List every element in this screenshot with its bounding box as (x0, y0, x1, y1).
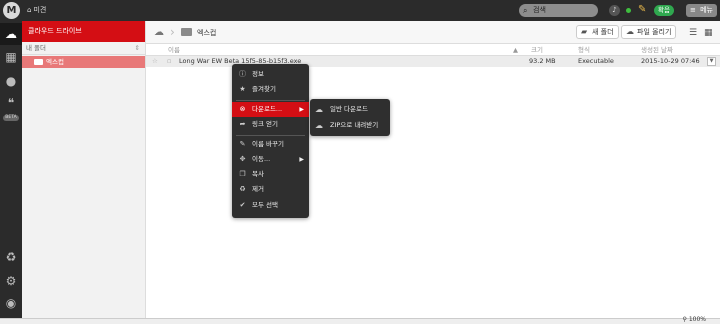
user-icon[interactable]: ● (0, 71, 22, 91)
context-menu-label: 이름 바꾸기 (252, 140, 284, 148)
download-submenu: ☁ 일반 다운로드 ☁ ZIP으로 내려받기 (310, 99, 390, 136)
zoom-level: 100% (688, 316, 706, 323)
status-bar: ⚲ 100% (0, 316, 720, 324)
app-logo[interactable]: M (3, 2, 20, 19)
pen-icon[interactable]: ✎ (638, 4, 646, 15)
move-icon: ✥ (239, 155, 246, 163)
cloud-drive-icon[interactable]: ☁ (0, 23, 22, 45)
context-menu-label: 다운로드... (252, 105, 283, 113)
context-menu-download[interactable]: ⊗ 다운로드... ▶ (232, 102, 309, 117)
sidebar-title[interactable]: 클라우드 드라이브 (22, 21, 145, 42)
upload-label: 파일 올리기 (637, 28, 672, 36)
context-menu-label: 모두 선택 (252, 201, 278, 209)
file-icon: ▫ (167, 57, 172, 65)
context-menu-label: 즐겨찾기 (252, 85, 276, 93)
star-icon: ★ (239, 85, 246, 93)
sidebar-subheader: 내 폴더 ⇕ (22, 42, 145, 55)
menu-divider (236, 100, 305, 101)
notification-icon[interactable]: ♪ (609, 5, 620, 16)
status-badge[interactable]: 확음 (654, 5, 674, 16)
column-headers: 이름 ▲ 크기 형식 생성된 날짜 (146, 44, 720, 56)
column-header-name[interactable]: 이름 (168, 44, 180, 56)
sidebar-subheader-label: 내 폴더 (26, 44, 47, 52)
context-menu-remove[interactable]: ♻ 제거 (232, 182, 309, 197)
submenu-label: 일반 다운로드 (330, 105, 368, 113)
context-menu-label: 이동... (252, 155, 271, 163)
sidebar: 클라우드 드라이브 내 폴더 ⇕ 엑스컵 (22, 21, 146, 318)
home-label: 미견 (33, 6, 47, 14)
settings-gear-icon[interactable]: ⚙ (0, 271, 22, 291)
sort-icon[interactable]: ⇕ (135, 42, 140, 55)
row-dropdown-icon[interactable]: ▼ (707, 57, 716, 66)
zip-download-icon: ☁ (315, 121, 323, 130)
search-label: 검색 (533, 6, 546, 14)
tree-item-folder[interactable]: 엑스컵 (22, 56, 145, 68)
cloud-download-icon: ☁ (315, 105, 323, 114)
top-bar: M ⌂ 미견 ⌕ 검색 ♪ ✎ 확음 ≡ 메뉴 (0, 0, 720, 21)
submenu-standard-download[interactable]: ☁ 일반 다운로드 (310, 101, 390, 118)
menu-button[interactable]: ≡ 메뉴 (686, 4, 717, 17)
submenu-label: ZIP으로 내려받기 (330, 121, 379, 129)
recycle-icon: ♻ (239, 185, 246, 193)
sort-arrow-icon[interactable]: ▲ (513, 44, 518, 56)
context-menu-rename[interactable]: ✎ 이름 바꾸기 (232, 137, 309, 152)
tree-item-label: 엑스컵 (46, 58, 64, 66)
info-icon: ⓘ (239, 70, 246, 78)
contacts-icon[interactable]: ▦ (0, 47, 22, 67)
new-folder-icon: ▰ (581, 27, 588, 36)
star-icon[interactable]: ☆ (152, 56, 158, 67)
context-menu-label: 정보 (252, 70, 264, 78)
new-folder-button[interactable]: ▰ 새 폴더 (576, 25, 619, 39)
beta-badge: BETA (3, 115, 19, 121)
grid-view-icon[interactable]: ▦ (704, 28, 713, 38)
context-menu-info[interactable]: ⓘ 정보 (232, 67, 309, 82)
context-menu-label: 링크 얻기 (252, 120, 278, 128)
submenu-zip-download[interactable]: ☁ ZIP으로 내려받기 (310, 117, 390, 134)
download-icon: ⊗ (239, 105, 246, 113)
folder-icon (34, 59, 43, 65)
breadcrumb-bar: ☁ › 엑스컵 ▰ 새 폴더 ☁ 파일 올리기 ☰ ▦ (146, 21, 720, 44)
online-status-dot (626, 8, 631, 13)
folder-icon (181, 28, 192, 36)
chat-icon[interactable]: ❝ (0, 93, 22, 113)
chevron-right-icon: › (170, 25, 175, 39)
menu-divider (236, 135, 305, 136)
zoom-control[interactable]: ⚲ 100% (683, 316, 706, 323)
new-folder-label: 새 폴더 (592, 28, 614, 36)
context-menu-copy[interactable]: ❐ 복사 (232, 167, 309, 182)
link-icon: ➦ (239, 120, 246, 128)
column-header-type[interactable]: 형식 (578, 44, 590, 56)
cloud-upload-icon: ☁ (626, 27, 634, 36)
file-type: Executable (578, 57, 614, 65)
home-icon: ⌂ (27, 6, 32, 14)
home-link[interactable]: ⌂ 미견 (27, 5, 46, 15)
left-icon-rail: ☁ ▦ ● ❝ BETA ♻ ⚙ ◉ (0, 21, 22, 318)
breadcrumb-current[interactable]: 엑스컵 (197, 28, 216, 38)
context-menu: ⓘ 정보 ★ 즐겨찾기 ⊗ 다운로드... ▶ ➦ 링크 얻기 ✎ 이름 바꾸기 ✥ 이동.… (232, 64, 309, 218)
search-icon: ⌕ (523, 6, 528, 15)
cloud-root-icon[interactable]: ☁ (154, 27, 164, 38)
submenu-arrow-icon: ▶ (299, 106, 304, 113)
context-menu-label: 제거 (252, 185, 264, 193)
menu-label: 메뉴 (700, 6, 713, 14)
recycle-bin-icon[interactable]: ♻ (0, 247, 22, 267)
copy-icon: ❐ (239, 170, 246, 178)
submenu-arrow-icon: ▶ (299, 156, 304, 163)
power-icon[interactable]: ◉ (0, 293, 22, 313)
pencil-icon: ✎ (239, 140, 246, 148)
context-menu-select-all[interactable]: ✔ 모두 선택 (232, 198, 309, 213)
hamburger-icon: ≡ (690, 6, 696, 14)
file-size: 93.2 MB (529, 57, 556, 65)
list-view-icon[interactable]: ☰ (689, 28, 697, 38)
upload-button[interactable]: ☁ 파일 올리기 (621, 25, 677, 39)
check-icon: ✔ (239, 201, 246, 209)
search-box[interactable]: ⌕ 검색 (519, 4, 598, 17)
column-header-size[interactable]: 크기 (531, 44, 543, 56)
context-menu-favorite[interactable]: ★ 즐겨찾기 (232, 82, 309, 97)
column-header-created[interactable]: 생성된 날짜 (641, 44, 673, 56)
context-menu-get-link[interactable]: ➦ 링크 얻기 (232, 117, 309, 132)
context-menu-move[interactable]: ✥ 이동... ▶ (232, 152, 309, 167)
file-created: 2015-10-29 07:46 (641, 57, 700, 65)
context-menu-label: 복사 (252, 170, 264, 178)
